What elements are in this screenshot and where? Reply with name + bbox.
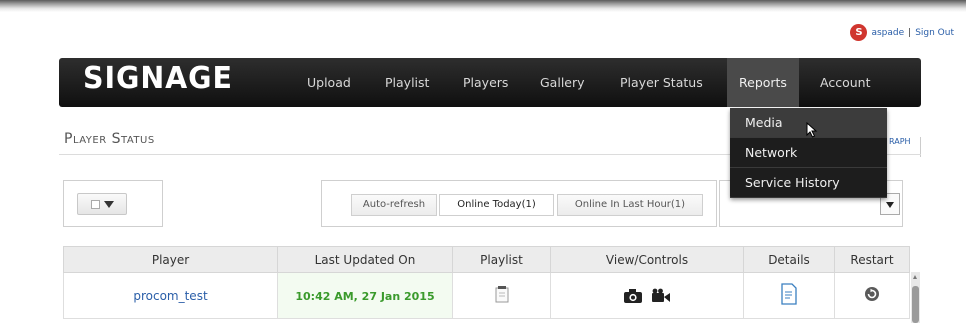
mouse-cursor-icon [806, 122, 818, 138]
col-playlist: Playlist [452, 246, 551, 273]
nav-playlist[interactable]: Playlist [385, 58, 429, 107]
nav-gallery[interactable]: Gallery [540, 58, 585, 107]
nav-account[interactable]: Account [820, 58, 870, 107]
col-view-controls: View/Controls [550, 246, 744, 273]
user-avatar[interactable]: S [850, 24, 868, 41]
scrollbar-thumb[interactable] [912, 286, 919, 323]
checkbox-icon [90, 199, 100, 209]
camera-icon[interactable] [623, 288, 643, 304]
col-details: Details [743, 246, 835, 273]
restart-icon[interactable] [864, 286, 880, 302]
filter-box: Auto-refresh Online Today(1) Online In L… [321, 180, 717, 227]
page-title: Player Status [64, 131, 155, 147]
col-player: Player [63, 246, 278, 273]
video-camera-icon[interactable] [651, 288, 671, 304]
table-row: procom_test 10:42 AM, 27 Jan 2015 [63, 272, 910, 319]
caret-down-icon [103, 200, 114, 208]
dropdown-service-history[interactable]: Service History [730, 168, 887, 198]
user-separator: | [908, 27, 912, 38]
col-restart: Restart [834, 246, 910, 273]
player-table: Player Last Updated On Playlist View/Con… [63, 246, 910, 319]
player-name-link[interactable]: procom_test [133, 289, 207, 303]
online-last-hour-button[interactable]: Online In Last Hour(1) [557, 194, 703, 216]
nav-reports[interactable]: Reports [727, 58, 799, 107]
scroll-up-icon [913, 275, 917, 279]
user-bar: S aspade | Sign Out [850, 24, 954, 41]
bulk-select-button[interactable] [77, 193, 127, 215]
caret-down-icon [886, 202, 894, 208]
table-header-row: Player Last Updated On Playlist View/Con… [63, 246, 910, 273]
main-nav: SIGNAGE Upload Playlist Players Gallery … [59, 58, 921, 107]
sign-out-link[interactable]: Sign Out [915, 28, 954, 38]
details-icon[interactable] [780, 283, 798, 305]
nav-player-status[interactable]: Player Status [620, 58, 703, 107]
nav-players[interactable]: Players [463, 58, 508, 107]
table-scrollbar[interactable] [911, 272, 920, 323]
playlist-icon[interactable] [495, 285, 509, 303]
col-last-updated: Last Updated On [277, 246, 453, 273]
last-updated-value: 10:42 AM, 27 Jan 2015 [295, 289, 435, 303]
dropdown-network[interactable]: Network [730, 138, 887, 168]
window-top-edge [0, 0, 966, 12]
online-today-button[interactable]: Online Today(1) [439, 194, 554, 216]
auto-refresh-button[interactable]: Auto-refresh [351, 194, 437, 216]
username-link[interactable]: aspade [871, 28, 904, 38]
nav-upload[interactable]: Upload [307, 58, 351, 107]
logo[interactable]: SIGNAGE [83, 61, 233, 96]
bulk-select-box [63, 180, 163, 227]
